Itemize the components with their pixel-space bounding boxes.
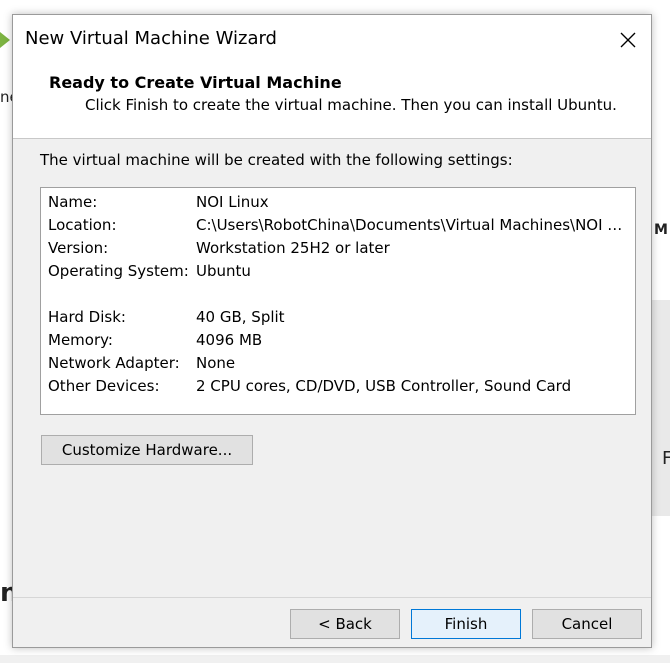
play-arrow-icon [0, 32, 10, 48]
setting-label: Version: [48, 239, 109, 257]
setting-label: Location: [48, 216, 117, 234]
settings-row: Location: C:\Users\RobotChina\Documents\… [48, 216, 628, 238]
background-text-fragment: M [654, 222, 668, 238]
setting-value: C:\Users\RobotChina\Documents\Virtual Ma… [196, 216, 628, 234]
setting-value: 2 CPU cores, CD/DVD, USB Controller, Sou… [196, 377, 572, 395]
back-button[interactable]: < Back [290, 609, 400, 639]
settings-summary: Name: NOI Linux Location: C:\Users\Robot… [40, 187, 636, 415]
setting-label: Name: [48, 193, 98, 211]
window-title: New Virtual Machine Wizard [25, 28, 277, 49]
background-text-fragment: F [662, 448, 670, 469]
wizard-header: Ready to Create Virtual Machine Click Fi… [13, 65, 651, 139]
settings-row: Memory: 4096 MB [48, 331, 628, 353]
setting-value: Ubuntu [196, 262, 251, 280]
setting-value: Workstation 25H2 or later [196, 239, 390, 257]
setting-value: 40 GB, Split [196, 308, 285, 326]
settings-row: Version: Workstation 25H2 or later [48, 239, 628, 261]
step-title: Ready to Create Virtual Machine [49, 73, 342, 92]
setting-value: NOI Linux [196, 193, 269, 211]
settings-row: Operating System: Ubuntu [48, 262, 628, 284]
customize-hardware-button[interactable]: Customize Hardware... [41, 435, 253, 465]
settings-row: Network Adapter: None [48, 354, 628, 376]
footer-separator [13, 597, 651, 598]
settings-row: Other Devices: 2 CPU cores, CD/DVD, USB … [48, 377, 628, 399]
settings-row: Name: NOI Linux [48, 193, 628, 215]
settings-intro: The virtual machine will be created with… [40, 151, 513, 169]
background-right-panel [652, 300, 670, 516]
settings-row: Hard Disk: 40 GB, Split [48, 308, 628, 330]
finish-button[interactable]: Finish [411, 609, 521, 639]
new-vm-wizard-dialog: New Virtual Machine Wizard Ready to Crea… [12, 14, 652, 648]
setting-label: Hard Disk: [48, 308, 126, 326]
step-subtitle: Click Finish to create the virtual machi… [85, 96, 617, 114]
setting-value: 4096 MB [196, 331, 263, 349]
background-bottom-strip [0, 655, 670, 663]
setting-label: Memory: [48, 331, 113, 349]
setting-label: Network Adapter: [48, 354, 180, 372]
title-bar[interactable]: New Virtual Machine Wizard [13, 15, 651, 65]
setting-label: Operating System: [48, 262, 189, 280]
setting-label: Other Devices: [48, 377, 160, 395]
close-icon [620, 32, 636, 48]
cancel-button[interactable]: Cancel [532, 609, 642, 639]
close-button[interactable] [605, 15, 651, 65]
setting-value: None [196, 354, 236, 372]
